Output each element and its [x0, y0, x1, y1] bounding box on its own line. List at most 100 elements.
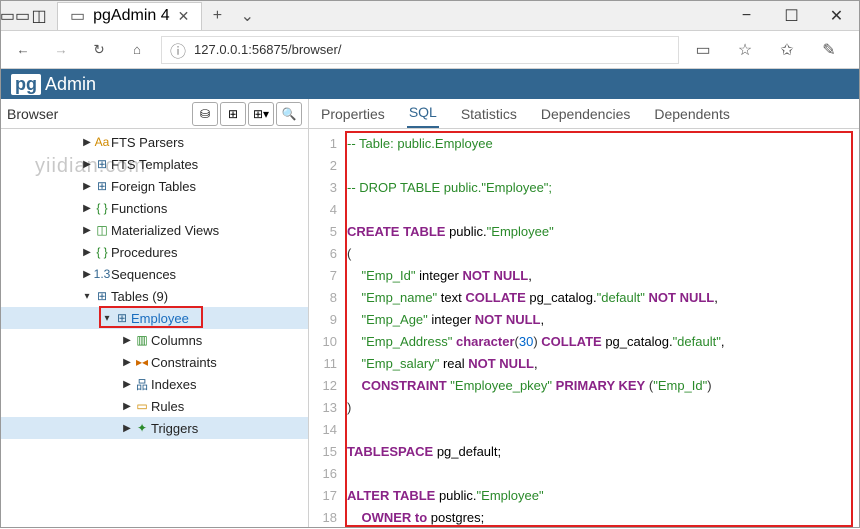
expand-icon[interactable]: ▶	[121, 335, 133, 346]
line-gutter: 123456789101112131415161718	[309, 129, 343, 529]
tree-node-icon: { }	[93, 245, 111, 259]
tab-properties[interactable]: Properties	[319, 100, 387, 128]
tree-item[interactable]: ▶品Indexes	[1, 373, 308, 395]
browser-panel-title: Browser	[7, 106, 58, 122]
tree-item[interactable]: ▶{ }Functions	[1, 197, 308, 219]
tree-item[interactable]: ▶1.3Sequences	[1, 263, 308, 285]
window-cascade-icon[interactable]: ▭▭	[5, 6, 25, 26]
line-number: 2	[309, 155, 337, 177]
url-input[interactable]	[194, 42, 670, 57]
highlight-box	[99, 306, 203, 328]
tree-item[interactable]: ▶{ }Procedures	[1, 241, 308, 263]
new-tab-button[interactable]: +	[202, 7, 232, 25]
tree-node-label: Triggers	[151, 421, 198, 436]
tree-node-label: Tables (9)	[111, 289, 168, 304]
line-number: 17	[309, 485, 337, 507]
tree-item[interactable]: ▶✦Triggers	[1, 417, 308, 439]
tree-node-label: Procedures	[111, 245, 177, 260]
expand-icon[interactable]: ▶	[121, 379, 133, 390]
expand-icon[interactable]: ▶	[81, 269, 93, 280]
favorites-list-icon[interactable]: ✩	[773, 36, 801, 64]
expand-icon[interactable]: ▶	[81, 159, 93, 170]
tree-node-icon: ⊞	[93, 157, 111, 171]
code-line: (	[347, 243, 853, 265]
tree-item[interactable]: ▾⊞Employee	[1, 307, 308, 329]
tree-item[interactable]: ▶⊞FTS Templates	[1, 153, 308, 175]
code-line: OWNER to postgres;	[347, 507, 853, 529]
expand-icon[interactable]: ▶	[81, 225, 93, 236]
tree-node-icon: ▭	[133, 399, 151, 413]
tree-node-icon: ⊞	[93, 289, 111, 303]
tab-dependencies[interactable]: Dependencies	[539, 100, 633, 128]
expand-icon[interactable]: ▶	[121, 423, 133, 434]
refresh-button[interactable]: ↻	[85, 36, 113, 64]
code-line	[347, 199, 853, 221]
browser-tab[interactable]: ▭ pgAdmin 4 ✕	[57, 2, 202, 30]
tree-node-label: Rules	[151, 399, 184, 414]
line-number: 10	[309, 331, 337, 353]
tree-node-label: Constraints	[151, 355, 217, 370]
code-line	[347, 463, 853, 485]
close-button[interactable]: ✕	[814, 1, 859, 31]
sql-code[interactable]: -- Table: public.Employee-- DROP TABLE p…	[343, 129, 859, 529]
object-tree[interactable]: ▶AaFTS Parsers▶⊞FTS Templates▶⊞Foreign T…	[1, 129, 308, 527]
tree-node-icon: ✦	[133, 421, 151, 435]
tree-item[interactable]: ▶▭Rules	[1, 395, 308, 417]
reading-view-icon[interactable]: ▭	[689, 36, 717, 64]
forward-button[interactable]: →	[47, 36, 75, 64]
search-objects-button[interactable]: 🔍	[276, 102, 302, 126]
expand-icon[interactable]: ▶	[121, 357, 133, 368]
filter-rows-button[interactable]: ⊞▾	[248, 102, 274, 126]
code-line: "Emp_salary" real NOT NULL,	[347, 353, 853, 375]
info-icon[interactable]: ⓘ	[170, 38, 186, 62]
line-number: 3	[309, 177, 337, 199]
notes-icon[interactable]: ✎	[815, 36, 843, 64]
expand-icon[interactable]: ▶	[81, 137, 93, 148]
line-number: 4	[309, 199, 337, 221]
window-titlebar: ▭▭ ◫ ▭ pgAdmin 4 ✕ + ⌄ − ☐ ✕	[1, 1, 859, 31]
tree-node-label: Sequences	[111, 267, 176, 282]
home-button[interactable]: ⌂	[123, 36, 151, 64]
content-tabs: Properties SQL Statistics Dependencies Depen…	[309, 99, 859, 129]
code-line: "Emp_Id" integer NOT NULL,	[347, 265, 853, 287]
minimize-button[interactable]: −	[724, 1, 769, 31]
tree-item[interactable]: ▶▥Columns	[1, 329, 308, 351]
expand-icon[interactable]: ▾	[81, 291, 93, 302]
tab-title: pgAdmin 4	[93, 7, 170, 25]
tree-item[interactable]: ▶AaFTS Parsers	[1, 131, 308, 153]
query-tool-button[interactable]: ⛁	[192, 102, 218, 126]
tab-close-icon[interactable]: ✕	[178, 8, 190, 25]
tree-item[interactable]: ▶◫Materialized Views	[1, 219, 308, 241]
window-split-icon[interactable]: ◫	[29, 6, 49, 26]
favorite-icon[interactable]: ☆	[731, 36, 759, 64]
sql-editor: 123456789101112131415161718 -- Table: pu…	[309, 129, 859, 529]
back-button[interactable]: ←	[9, 36, 37, 64]
tree-node-icon: 1.3	[93, 267, 111, 281]
tree-item[interactable]: ▶▸◂Constraints	[1, 351, 308, 373]
tree-node-label: Columns	[151, 333, 202, 348]
tree-node-icon: ▥	[133, 333, 151, 347]
code-line: TABLESPACE pg_default;	[347, 441, 853, 463]
code-line: -- Table: public.Employee	[347, 133, 853, 155]
tree-node-label: FTS Parsers	[111, 135, 184, 150]
tab-sql[interactable]: SQL	[407, 98, 439, 128]
expand-icon[interactable]: ▶	[81, 181, 93, 192]
tab-overflow-icon[interactable]: ⌄	[232, 6, 262, 26]
tab-page-icon: ▭	[70, 6, 85, 26]
code-line: ALTER TABLE public."Employee"	[347, 485, 853, 507]
tree-node-icon: Aa	[93, 135, 111, 149]
tree-item[interactable]: ▶⊞Foreign Tables	[1, 175, 308, 197]
code-line	[347, 155, 853, 177]
maximize-button[interactable]: ☐	[769, 1, 814, 31]
url-field[interactable]: ⓘ	[161, 36, 679, 64]
expand-icon[interactable]: ▶	[81, 247, 93, 258]
tree-node-icon: ⊞	[93, 179, 111, 193]
expand-icon[interactable]: ▶	[121, 401, 133, 412]
tree-item[interactable]: ▾⊞Tables (9)	[1, 285, 308, 307]
view-data-button[interactable]: ⊞	[220, 102, 246, 126]
tab-statistics[interactable]: Statistics	[459, 100, 519, 128]
tree-node-label: Materialized Views	[111, 223, 219, 238]
address-bar: ← → ↻ ⌂ ⓘ ▭ ☆ ✩ ✎	[1, 31, 859, 69]
expand-icon[interactable]: ▶	[81, 203, 93, 214]
tab-dependents[interactable]: Dependents	[652, 100, 732, 128]
